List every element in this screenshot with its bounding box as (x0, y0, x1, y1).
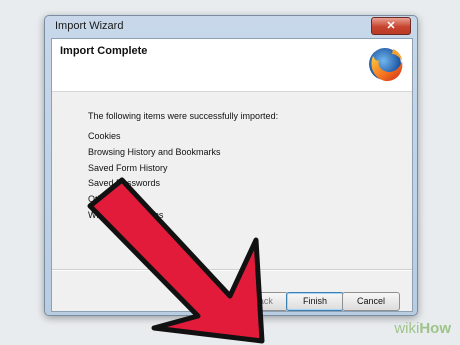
imported-items-list: Cookies Browsing History and Bookmarks S… (88, 129, 221, 224)
titlebar: Import Wizard ✕ (45, 16, 417, 37)
page-title: Import Complete (60, 45, 148, 57)
list-item: Saved Passwords (88, 178, 161, 189)
list-item: Cookies (88, 131, 121, 141)
window-title: Import Wizard (55, 20, 124, 32)
finish-button[interactable]: Finish (286, 292, 344, 311)
wikihow-watermark: wikiHow (394, 320, 451, 337)
firefox-logo-icon (369, 48, 403, 82)
list-item: Windows and Tabs (88, 209, 164, 220)
back-button[interactable]: < Back (230, 292, 288, 311)
results-panel: The following items were successfully im… (52, 92, 412, 269)
list-item: Browsing History and Bookmarks (88, 146, 221, 157)
list-item: Other Data (88, 194, 133, 205)
wizard-header: Import Complete (52, 39, 412, 92)
import-wizard-window: Import Wizard ✕ Import Complete The foll… (44, 15, 418, 316)
list-item: Saved Form History (88, 162, 168, 173)
close-button[interactable]: ✕ (371, 17, 411, 35)
footer-divider (52, 269, 412, 271)
import-summary-text: The following items were successfully im… (88, 111, 279, 121)
cancel-button[interactable]: Cancel (342, 292, 400, 311)
wizard-content: Import Complete The following items were… (51, 38, 413, 312)
